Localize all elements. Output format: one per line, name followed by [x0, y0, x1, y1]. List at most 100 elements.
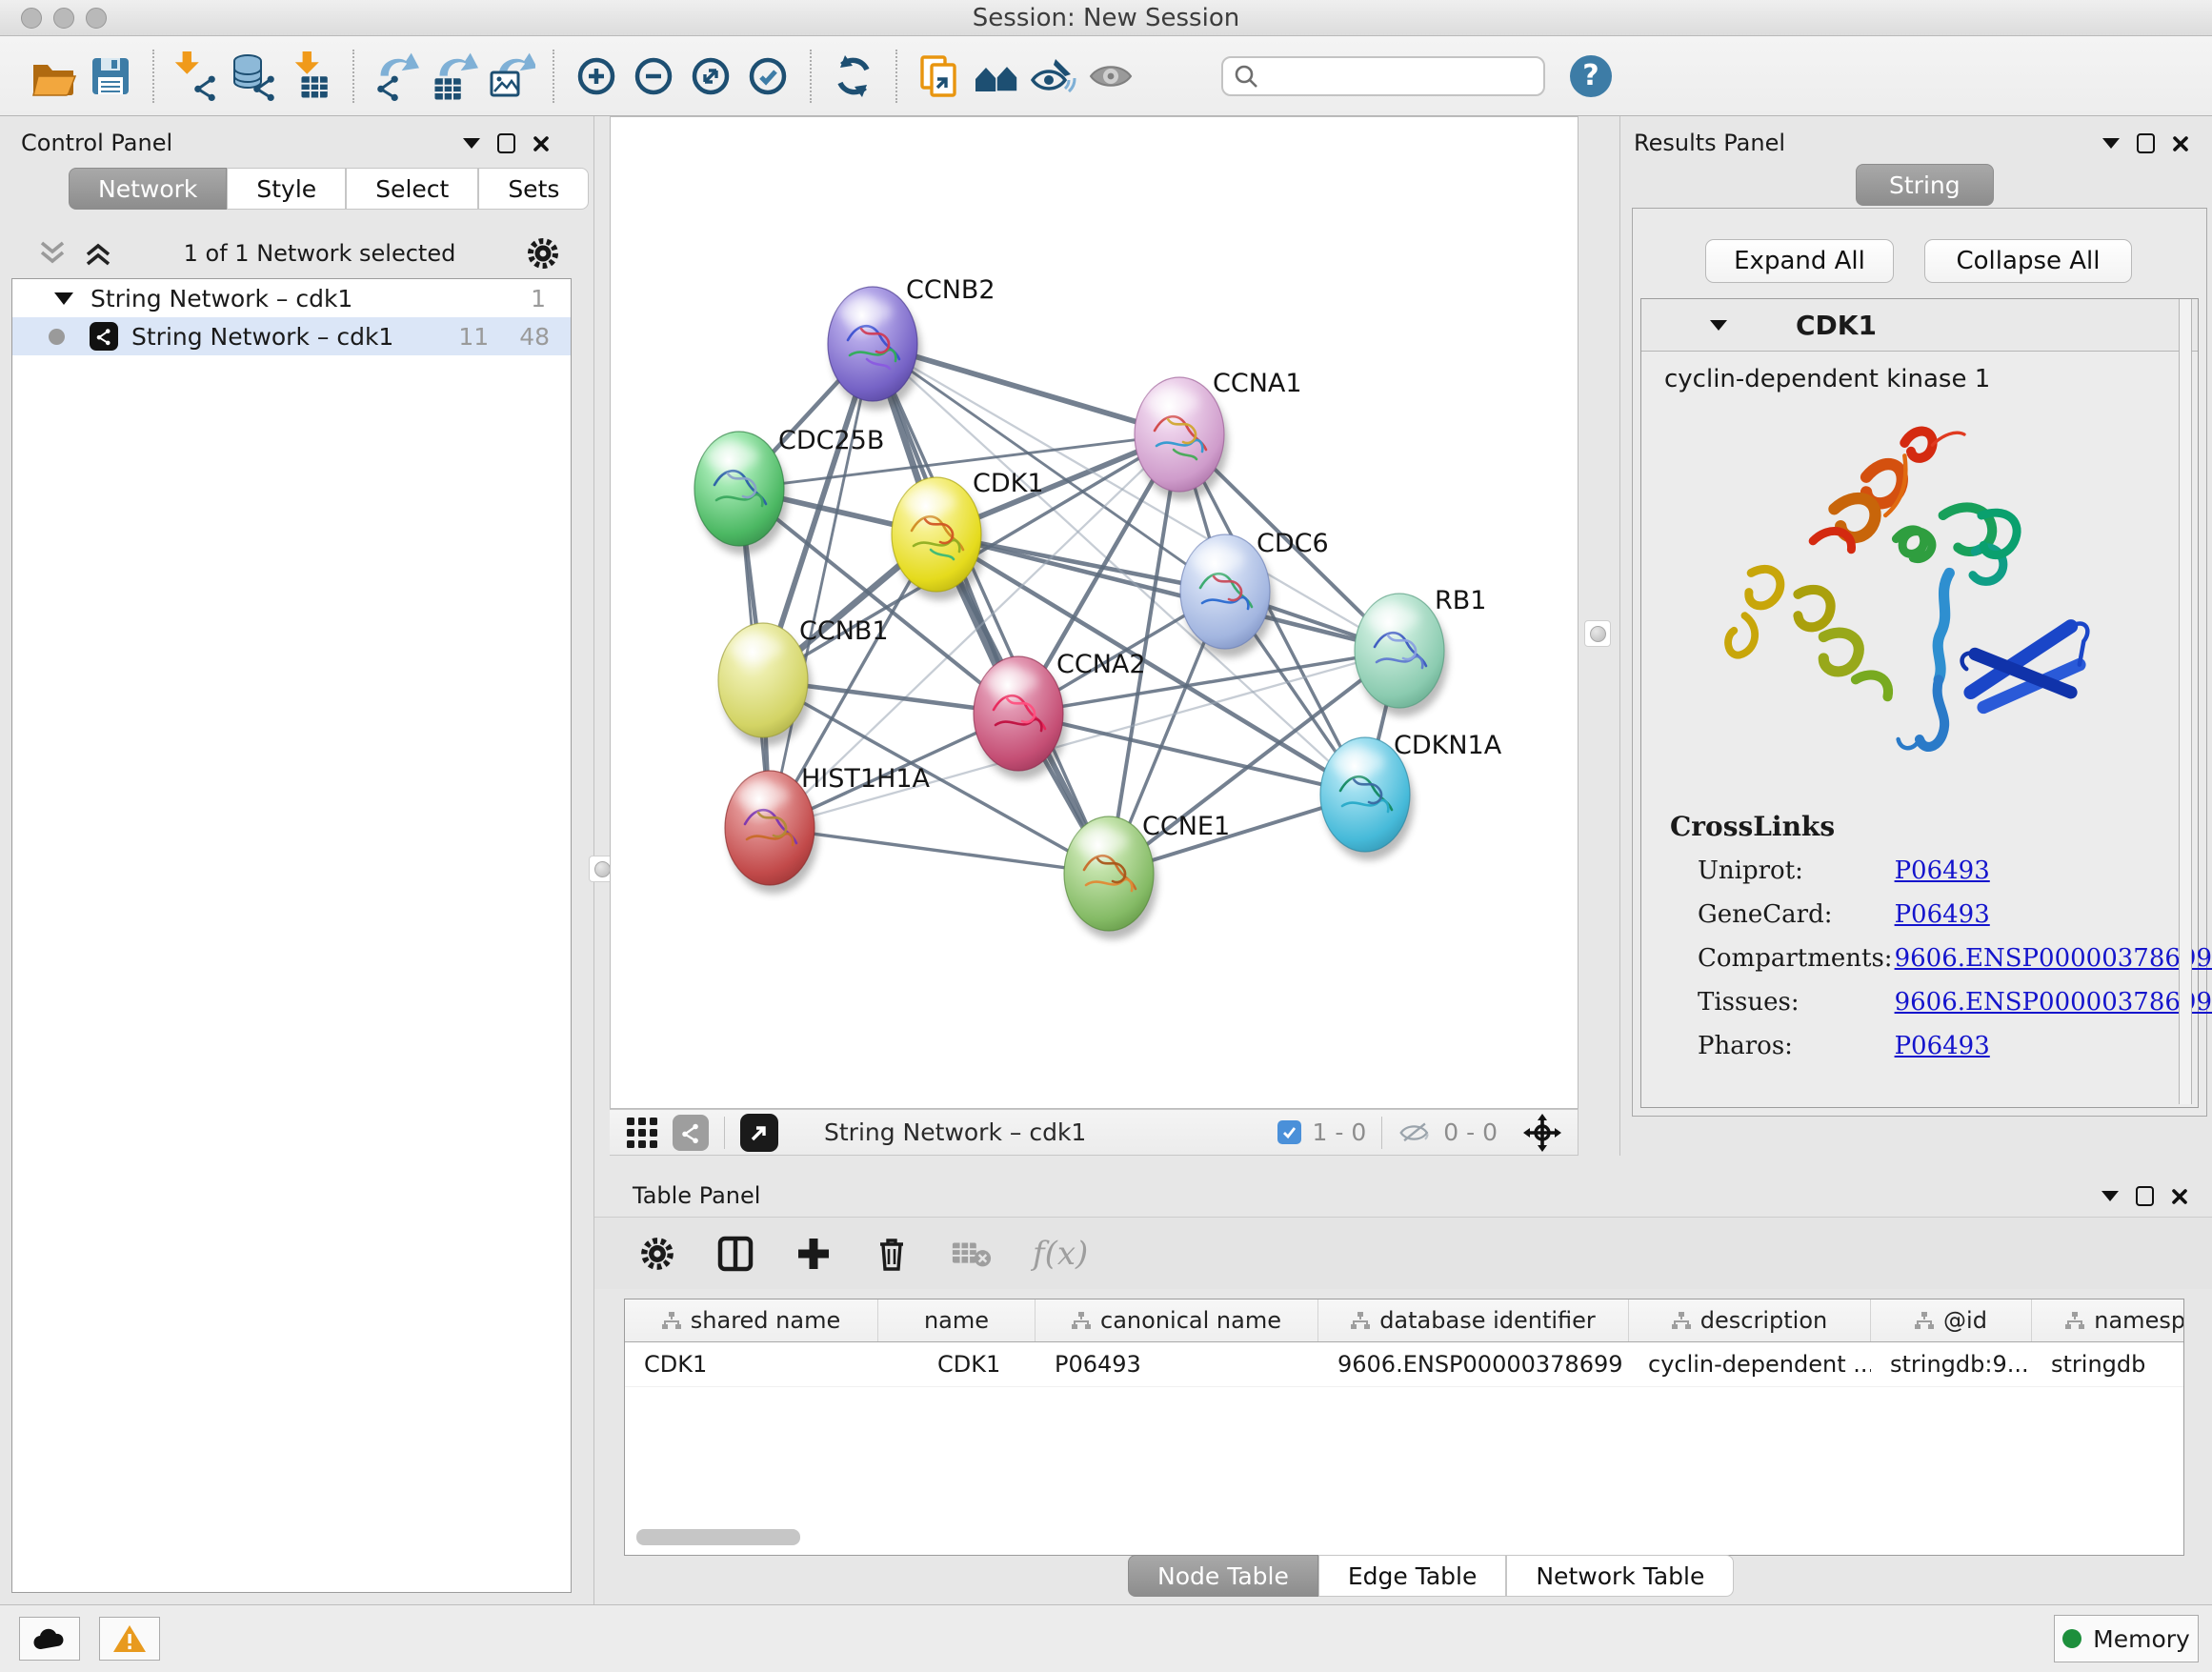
cloud-button[interactable] — [19, 1617, 80, 1661]
network-view-icon[interactable] — [673, 1115, 709, 1151]
search-input[interactable] — [1259, 62, 1530, 91]
clone-documents-button[interactable] — [911, 48, 968, 105]
zoom-out-button[interactable] — [625, 48, 682, 105]
search-field[interactable] — [1221, 56, 1545, 96]
delete-column-icon[interactable] — [873, 1235, 911, 1273]
network-node-CDC6[interactable]: CDC6 — [1180, 529, 1329, 657]
tab-node-table[interactable]: Node Table — [1128, 1555, 1318, 1597]
right-splitter-grip[interactable] — [1584, 620, 1611, 647]
panel-close-icon[interactable] — [533, 135, 550, 152]
cell-canonical-name[interactable]: P06493 — [1036, 1342, 1318, 1386]
expand-all-button[interactable]: Expand All — [1705, 239, 1894, 283]
column-header-shared-name[interactable]: shared name — [625, 1299, 878, 1341]
expand-all-icon[interactable] — [82, 239, 114, 268]
collapse-all-button[interactable]: Collapse All — [1924, 239, 2132, 283]
network-collection-row[interactable]: String Network – cdk1 1 — [12, 279, 571, 317]
crosslink-link[interactable]: P06493 — [1895, 1032, 1990, 1060]
import-network-button[interactable] — [168, 48, 225, 105]
network-edge[interactable] — [873, 344, 1109, 874]
selected-checkbox-icon[interactable] — [1277, 1120, 1301, 1144]
refresh-view-button[interactable] — [825, 48, 882, 105]
delete-table-icon[interactable] — [951, 1238, 993, 1270]
help-button[interactable]: ? — [1570, 55, 1612, 97]
network-node-CDKN1A[interactable]: CDKN1A — [1320, 731, 1502, 860]
add-row-icon[interactable] — [794, 1235, 833, 1273]
cell-id[interactable]: stringdb:9... — [1871, 1342, 2032, 1386]
panel-close-icon[interactable] — [2171, 1188, 2188, 1205]
function-builder-button[interactable]: f(x) — [1033, 1235, 1088, 1273]
horizontal-scrollbar-thumb[interactable] — [636, 1529, 800, 1545]
tab-select[interactable]: Select — [346, 168, 478, 210]
cell-description[interactable]: cyclin-dependent ... — [1629, 1342, 1871, 1386]
tree-expanded-icon[interactable] — [54, 292, 73, 305]
table-gear-icon[interactable] — [638, 1235, 676, 1273]
save-session-button[interactable] — [82, 48, 139, 105]
node-section-header[interactable]: CDK1 — [1641, 299, 2198, 352]
import-network-from-database-button[interactable] — [225, 48, 282, 105]
tab-edge-table[interactable]: Edge Table — [1318, 1555, 1507, 1597]
panel-float-icon[interactable] — [2137, 133, 2155, 153]
gear-icon[interactable] — [525, 235, 561, 272]
panel-close-icon[interactable] — [2172, 135, 2189, 152]
network-node-CCNE1[interactable]: CCNE1 — [1064, 812, 1230, 939]
network-node-HIST1H1A[interactable]: HIST1H1A — [725, 764, 931, 894]
column-header-namespace[interactable]: namespace — [2032, 1299, 2184, 1341]
network-node-CDK1[interactable]: CDK1 — [892, 469, 1044, 600]
hidden-eye-icon[interactable] — [1398, 1118, 1432, 1147]
tab-sets[interactable]: Sets — [478, 168, 589, 210]
network-node-RB1[interactable]: RB1 — [1355, 586, 1486, 716]
column-header-id[interactable]: @id — [1871, 1299, 2032, 1341]
warnings-button[interactable] — [99, 1617, 160, 1661]
network-node-CCNB2[interactable]: CCNB2 — [828, 275, 995, 410]
cell-namespace[interactable]: stringdb — [2032, 1342, 2184, 1386]
panel-float-icon[interactable] — [2136, 1186, 2154, 1206]
network-edge[interactable] — [1018, 714, 1365, 795]
zoom-fit-button[interactable] — [682, 48, 739, 105]
add-column-icon[interactable] — [716, 1235, 754, 1273]
memory-button[interactable]: Memory — [2054, 1615, 2199, 1662]
crosslink-link[interactable]: P06493 — [1895, 900, 1990, 929]
export-image-button[interactable] — [482, 48, 539, 105]
collapse-all-icon[interactable] — [36, 239, 69, 268]
cell-shared-name[interactable]: CDK1 — [625, 1342, 878, 1386]
panel-menu-icon[interactable] — [2102, 138, 2120, 149]
zoom-selected-button[interactable] — [739, 48, 796, 105]
tab-style[interactable]: Style — [227, 168, 346, 210]
cell-name[interactable]: CDK1 — [878, 1342, 1036, 1386]
open-in-window-icon[interactable] — [740, 1114, 778, 1152]
column-header-canonical-name[interactable]: canonical name — [1036, 1299, 1318, 1341]
cell-database-identifier[interactable]: 9606.ENSP00000378699 — [1318, 1342, 1629, 1386]
network-node-CCNA1[interactable]: CCNA1 — [1135, 369, 1302, 500]
open-session-button[interactable] — [25, 48, 82, 105]
export-network-button[interactable] — [368, 48, 425, 105]
network-row[interactable]: String Network – cdk1 11 48 — [12, 317, 571, 355]
tab-string[interactable]: String — [1856, 164, 1994, 206]
zoom-in-button[interactable] — [568, 48, 625, 105]
table-row[interactable]: CDK1 CDK1 P06493 9606.ENSP00000378699 cy… — [625, 1342, 2184, 1387]
tab-network[interactable]: Network — [69, 168, 227, 210]
crosslink-link[interactable]: 9606.ENSP00000378699 — [1895, 944, 2212, 973]
birds-eye-icon[interactable] — [1522, 1113, 1562, 1153]
annotation-visibility-button[interactable] — [1025, 48, 1082, 105]
results-scrollbar[interactable] — [2179, 299, 2192, 1104]
panel-float-icon[interactable] — [497, 133, 515, 153]
network-node-CDC25B[interactable]: CDC25B — [694, 426, 884, 554]
import-table-button[interactable] — [282, 48, 339, 105]
section-collapse-icon[interactable] — [1710, 320, 1727, 331]
panel-menu-icon[interactable] — [2101, 1191, 2119, 1201]
crosslink-link[interactable]: 9606.ENSP00000378699 — [1895, 988, 2212, 1017]
crosslink-link[interactable]: P06493 — [1895, 856, 1990, 885]
network-node-CCNB1[interactable]: CCNB1 — [718, 616, 889, 746]
column-header-description[interactable]: description — [1629, 1299, 1871, 1341]
home-button[interactable] — [968, 48, 1025, 105]
tab-network-table[interactable]: Network Table — [1506, 1555, 1734, 1597]
grid-view-icon[interactable] — [625, 1116, 659, 1150]
network-canvas[interactable]: CCNB2CCNA1CDC25BCDK1CDC6RB1CCNB1CCNA2CDK… — [610, 116, 1579, 1109]
column-header-name[interactable]: name — [878, 1299, 1036, 1341]
visibility-button[interactable] — [1082, 48, 1139, 105]
panel-menu-icon[interactable] — [463, 138, 480, 149]
network-edge[interactable] — [770, 828, 1109, 874]
title-bar: Session: New Session — [0, 0, 2212, 36]
column-header-database-identifier[interactable]: database identifier — [1318, 1299, 1629, 1341]
export-table-button[interactable] — [425, 48, 482, 105]
